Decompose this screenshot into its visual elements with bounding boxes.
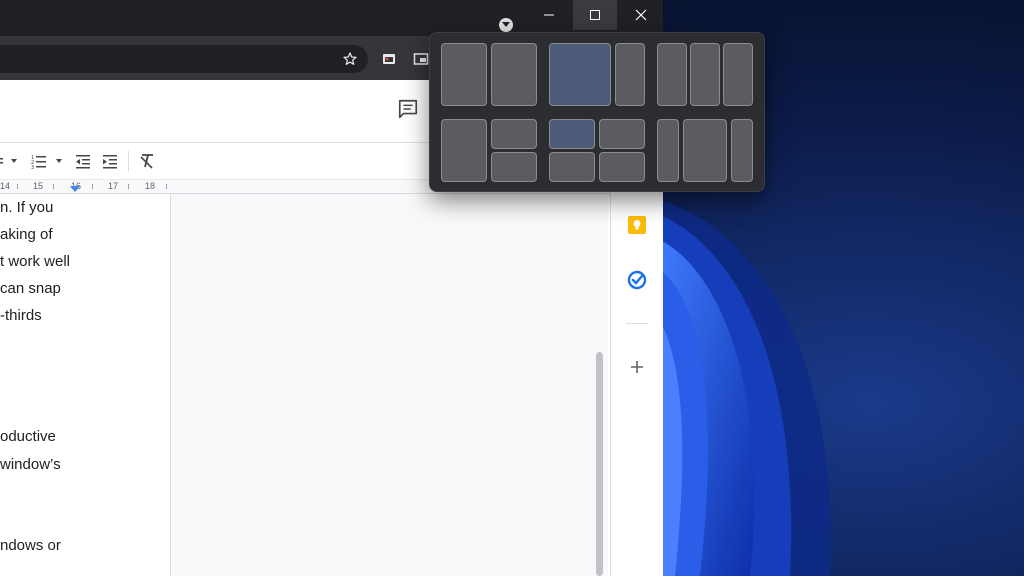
- picture-in-picture-button[interactable]: [411, 49, 431, 69]
- close-icon: [635, 9, 647, 21]
- snap-zone-quad-bottom-left[interactable]: [549, 152, 595, 182]
- document-canvas: n. If you aking of t work well can snap …: [0, 194, 608, 576]
- snap-zone-two-halves-right[interactable]: [491, 43, 537, 106]
- snap-zone-wide-center-middle[interactable]: [683, 119, 727, 182]
- snap-zone-quad-bottom-right[interactable]: [599, 152, 645, 182]
- vertical-scrollbar[interactable]: [596, 352, 603, 576]
- keep-icon: [628, 216, 646, 234]
- snap-zone-quad-top-right[interactable]: [599, 119, 645, 149]
- document-text-line: n. If you: [0, 199, 54, 216]
- ruler-label: 17: [108, 181, 119, 191]
- star-icon: [343, 52, 357, 65]
- snap-zone-two-halves-left[interactable]: [441, 43, 487, 106]
- clear-formatting-icon: [140, 154, 153, 169]
- indent-marker[interactable]: [70, 186, 80, 192]
- ruler-tick: [53, 184, 54, 189]
- snap-zone-quad-top-left[interactable]: [549, 119, 595, 149]
- decrease-indent-icon: [76, 155, 90, 169]
- bookmark-star-button[interactable]: [340, 49, 360, 69]
- document-text-line: ndows or: [0, 537, 61, 554]
- comment-history-button[interactable]: [397, 98, 419, 120]
- chevron-down-icon: [0, 158, 17, 164]
- document-text-line: -thirds: [0, 307, 42, 324]
- snap-zone-right-bottom[interactable]: [491, 152, 537, 182]
- minimize-button[interactable]: [527, 0, 571, 30]
- toolbar-divider: [128, 151, 129, 171]
- maximize-button[interactable]: [573, 0, 617, 30]
- document-page[interactable]: n. If you aking of t work well can snap …: [0, 194, 171, 576]
- picture-in-picture-icon: [413, 53, 429, 65]
- bulleted-list-dropdown[interactable]: [0, 151, 22, 171]
- snap-zone-wide-center-left[interactable]: [657, 119, 679, 182]
- title-bar: [0, 0, 663, 36]
- snap-zone-wide-center-right[interactable]: [731, 119, 753, 182]
- numbered-list-button[interactable]: 123: [31, 151, 47, 171]
- ruler-tick: [17, 184, 18, 189]
- snap-zone-three-col-right[interactable]: [723, 43, 753, 106]
- tasks-button[interactable]: [625, 268, 649, 292]
- snap-layouts-flyout: [429, 32, 765, 192]
- snap-zone-two-thirds-right[interactable]: [615, 43, 645, 106]
- document-text-line: t work well: [0, 253, 71, 270]
- numbered-list-dropdown[interactable]: [54, 151, 64, 171]
- add-addon-button[interactable]: [625, 355, 649, 379]
- increase-indent-button[interactable]: [102, 151, 118, 171]
- increase-indent-icon: [103, 155, 117, 169]
- plus-icon: [631, 361, 643, 373]
- address-bar[interactable]: [0, 45, 368, 73]
- clear-formatting-button[interactable]: [139, 151, 155, 171]
- extension-icon: [383, 54, 395, 64]
- minimize-icon: [544, 14, 554, 16]
- ruler-label: 18: [145, 181, 156, 191]
- side-panel-divider: [626, 323, 648, 324]
- document-text-line: oductive: [0, 428, 56, 445]
- extension-button[interactable]: [379, 49, 399, 69]
- numbered-list-icon: 123: [31, 155, 46, 169]
- side-panel: [610, 143, 663, 576]
- snap-zone-three-col-left[interactable]: [657, 43, 687, 106]
- close-button[interactable]: [619, 0, 663, 30]
- ruler-tick: [92, 184, 93, 189]
- snap-zone-right-top[interactable]: [491, 119, 537, 149]
- document-text-line: can snap: [0, 280, 61, 297]
- ruler-label: 14: [0, 181, 11, 191]
- ruler-tick: [166, 184, 167, 189]
- ruler-tick: [128, 184, 129, 189]
- chevron-down-icon: [56, 159, 62, 163]
- tab-search-button[interactable]: [499, 18, 513, 32]
- document-text-line: window’s: [0, 456, 61, 473]
- snap-zone-three-col-middle[interactable]: [690, 43, 720, 106]
- comment-icon: [398, 99, 418, 119]
- tasks-icon: [627, 270, 647, 290]
- keep-button[interactable]: [625, 213, 649, 237]
- maximize-icon: [590, 10, 600, 20]
- snap-zone-two-thirds-left[interactable]: [549, 43, 611, 106]
- snap-zone-left-half[interactable]: [441, 119, 487, 182]
- ruler-label: 15: [33, 181, 44, 191]
- decrease-indent-button[interactable]: [75, 151, 91, 171]
- svg-text:3: 3: [31, 165, 34, 169]
- document-text-line: aking of: [0, 226, 53, 243]
- chevron-down-icon: [502, 22, 510, 27]
